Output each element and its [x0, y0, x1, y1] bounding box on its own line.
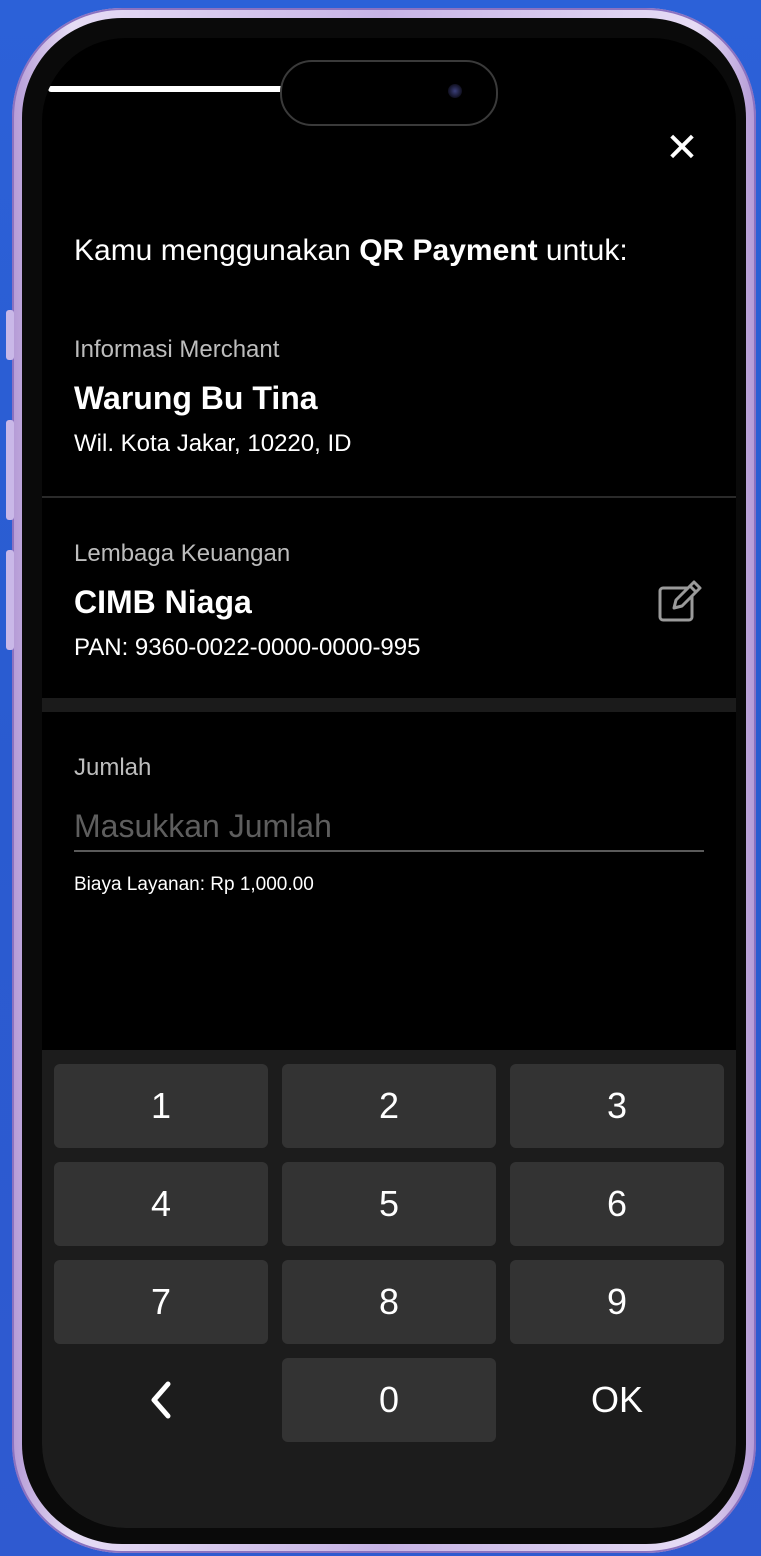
- backspace-chevron-icon: [151, 1381, 171, 1419]
- service-fee: Biaya Layanan: Rp 1,000.00: [74, 874, 314, 895]
- section-divider-thick: [42, 698, 736, 712]
- dynamic-island: [280, 60, 498, 126]
- section-divider: [42, 496, 736, 498]
- numeric-keypad: 1 2 3 4 5 6 7 8 9 0 OK: [42, 1050, 736, 1528]
- backspace-button[interactable]: [54, 1358, 268, 1442]
- edit-icon[interactable]: [656, 578, 704, 626]
- progress-line: [48, 86, 288, 92]
- merchant-name: Warung Bu Tina: [74, 380, 318, 416]
- institution-name: CIMB Niaga: [74, 584, 252, 620]
- page-heading: Kamu menggunakan QR Payment untuk:: [74, 234, 628, 268]
- key-3[interactable]: 3: [510, 1064, 724, 1148]
- amount-label: Jumlah: [74, 754, 152, 781]
- camera-icon: [448, 84, 462, 98]
- ok-button[interactable]: OK: [510, 1358, 724, 1442]
- close-icon[interactable]: ✕: [662, 128, 702, 168]
- institution-label: Lembaga Keuangan: [74, 540, 291, 567]
- amount-input[interactable]: [74, 802, 704, 852]
- key-5[interactable]: 5: [282, 1162, 496, 1246]
- merchant-location: Wil. Kota Jakar, 10220, ID: [74, 430, 352, 457]
- heading-suffix: untuk:: [537, 234, 628, 267]
- key-7[interactable]: 7: [54, 1260, 268, 1344]
- merchant-label: Informasi Merchant: [74, 336, 280, 363]
- side-button-volume-down: [6, 550, 14, 650]
- heading-prefix: Kamu menggunakan: [74, 234, 360, 267]
- key-6[interactable]: 6: [510, 1162, 724, 1246]
- key-8[interactable]: 8: [282, 1260, 496, 1344]
- key-4[interactable]: 4: [54, 1162, 268, 1246]
- side-button-action: [6, 310, 14, 360]
- side-button-volume-up: [6, 420, 14, 520]
- institution-pan: PAN: 9360-0022-0000-0000-995: [74, 634, 421, 661]
- heading-bold: QR Payment: [359, 234, 538, 267]
- phone-screen: ✕ Kamu menggunakan QR Payment untuk: Inf…: [42, 38, 736, 1528]
- key-9[interactable]: 9: [510, 1260, 724, 1344]
- key-0[interactable]: 0: [282, 1358, 496, 1442]
- key-2[interactable]: 2: [282, 1064, 496, 1148]
- key-1[interactable]: 1: [54, 1064, 268, 1148]
